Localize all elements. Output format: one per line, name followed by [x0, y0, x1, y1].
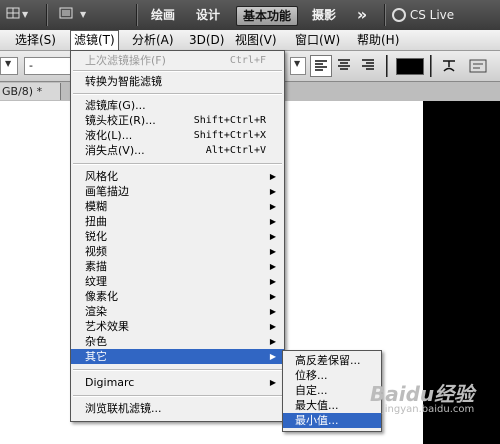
character-panel-icon[interactable]	[468, 57, 488, 75]
menu-item-liquify[interactable]: 液化(L)... Shift+Ctrl+X	[71, 128, 284, 143]
submenu-item-high-pass[interactable]: 高反差保留...	[283, 353, 381, 368]
submenu-arrow-icon: ▶	[269, 337, 276, 346]
menu-item-texture[interactable]: 纹理 ▶	[71, 274, 284, 289]
divider	[136, 4, 138, 26]
layout-grid-icon[interactable]	[6, 6, 20, 24]
divider	[386, 55, 388, 77]
warp-text-icon[interactable]	[440, 57, 458, 75]
menu-item-video[interactable]: 视频 ▶	[71, 244, 284, 259]
text-color-swatch[interactable]	[396, 58, 424, 75]
menu-3d[interactable]: 3D(D)	[186, 31, 227, 49]
submenu-arrow-icon: ▶	[269, 277, 276, 286]
submenu-item-maximum[interactable]: 最大值...	[283, 398, 381, 413]
menu-item-render[interactable]: 渲染 ▶	[71, 304, 284, 319]
submenu-item-custom[interactable]: 自定...	[283, 383, 381, 398]
menu-item-other[interactable]: 其它 ▶	[71, 349, 284, 364]
dropdown-arrow-icon[interactable]: ▼	[290, 57, 306, 75]
cs-live-button[interactable]: CS Live	[392, 6, 464, 24]
submenu-arrow-icon: ▶	[269, 247, 276, 256]
divider	[73, 163, 282, 165]
workspace-essentials[interactable]: 基本功能	[236, 6, 298, 26]
document-tab[interactable]: GB/8) * ✕	[0, 83, 61, 115]
menu-filter[interactable]: 滤镜(T)	[70, 30, 119, 51]
align-right-icon[interactable]	[358, 55, 378, 75]
submenu-arrow-icon: ▶	[269, 378, 276, 387]
cs-live-label: CS Live	[409, 8, 455, 22]
menu-item-artistic[interactable]: 艺术效果 ▶	[71, 319, 284, 334]
menu-item-distort[interactable]: 扭曲 ▶	[71, 214, 284, 229]
submenu-arrow-icon: ▶	[269, 322, 276, 331]
menu-item-brush-strokes[interactable]: 画笔描边 ▶	[71, 184, 284, 199]
divider	[73, 93, 282, 95]
divider	[384, 4, 386, 26]
submenu-item-minimum[interactable]: 最小值...	[283, 413, 381, 428]
menu-item-stylize[interactable]: 风格化 ▶	[71, 169, 284, 184]
menu-item-convert-smart-filters[interactable]: 转换为智能滤镜	[71, 74, 284, 89]
cs-live-icon	[392, 8, 406, 22]
divider	[430, 55, 432, 77]
dropdown-arrow-icon[interactable]: ▼	[22, 6, 32, 24]
watermark-url: jingyan.baidu.com	[382, 404, 475, 415]
submenu-arrow-icon: ▶	[269, 307, 276, 316]
submenu-arrow-icon: ▶	[269, 187, 276, 196]
font-style-dropdown[interactable]: -	[24, 57, 74, 75]
dropdown-arrow-icon[interactable]: ▼	[80, 6, 90, 24]
submenu-arrow-icon: ▶	[269, 232, 276, 241]
menu-select[interactable]: 选择(S)	[12, 31, 59, 49]
menu-item-sharpen[interactable]: 锐化 ▶	[71, 229, 284, 244]
submenu-item-offset[interactable]: 位移...	[283, 368, 381, 383]
menu-view[interactable]: 视图(V)	[232, 31, 280, 49]
document-tab-label: GB/8) *	[2, 85, 43, 98]
menu-item-last-filter: 上次滤镜操作(F) Ctrl+F	[85, 54, 266, 67]
menu-item-blur[interactable]: 模糊 ▶	[71, 199, 284, 214]
menu-window[interactable]: 窗口(W)	[292, 31, 343, 49]
menu-item-lens-correction[interactable]: 镜头校正(R)... Shift+Ctrl+R	[71, 113, 284, 128]
submenu-arrow-icon: ▶	[269, 217, 276, 226]
submenu-arrow-icon: ▶	[269, 262, 276, 271]
application-bar: ▼ ▼ 绘画 设计 基本功能 摄影 » CS Live	[0, 0, 500, 31]
divider	[73, 395, 282, 397]
menu-item-browse-online-filters[interactable]: 浏览联机滤镜...	[71, 401, 284, 416]
menu-item-filter-gallery[interactable]: 滤镜库(G)...	[71, 98, 284, 113]
submenu-arrow-icon: ▶	[269, 352, 276, 361]
divider	[73, 369, 282, 371]
menu-item-noise[interactable]: 杂色 ▶	[71, 334, 284, 349]
screen-mode-icon[interactable]	[58, 6, 74, 24]
other-filters-submenu: 高反差保留... 位移... 自定... 最大值... 最小值...	[282, 350, 382, 432]
submenu-arrow-icon: ▶	[269, 292, 276, 301]
dropdown-arrow-icon[interactable]: ▼	[0, 57, 18, 75]
filter-menu: 上次滤镜操作(F) Ctrl+F 转换为智能滤镜 滤镜库(G)... 镜头校正(…	[70, 50, 285, 422]
align-center-icon[interactable]	[334, 55, 354, 75]
workspace-painting[interactable]: 绘画	[146, 6, 180, 24]
menu-analysis[interactable]: 分析(A)	[129, 31, 177, 49]
submenu-arrow-icon: ▶	[269, 172, 276, 181]
workspace-photography[interactable]: 摄影	[310, 6, 338, 24]
menu-help[interactable]: 帮助(H)	[354, 31, 402, 49]
menu-bar: 选择(S) 滤镜(T) 分析(A) 3D(D) 视图(V) 窗口(W) 帮助(H…	[0, 30, 500, 51]
watermark-logo: Baidu经验	[370, 382, 475, 406]
menu-item-vanishing-point[interactable]: 消失点(V)... Alt+Ctrl+V	[71, 143, 284, 158]
more-workspaces-icon[interactable]: »	[352, 6, 372, 24]
divider	[46, 4, 48, 26]
divider	[73, 70, 282, 72]
menu-item-sketch[interactable]: 素描 ▶	[71, 259, 284, 274]
workspace-design[interactable]: 设计	[194, 6, 222, 24]
align-left-icon[interactable]	[310, 55, 332, 77]
menu-item-digimarc[interactable]: Digimarc ▶	[71, 375, 284, 390]
submenu-arrow-icon: ▶	[269, 202, 276, 211]
menu-item-pixelate[interactable]: 像素化 ▶	[71, 289, 284, 304]
